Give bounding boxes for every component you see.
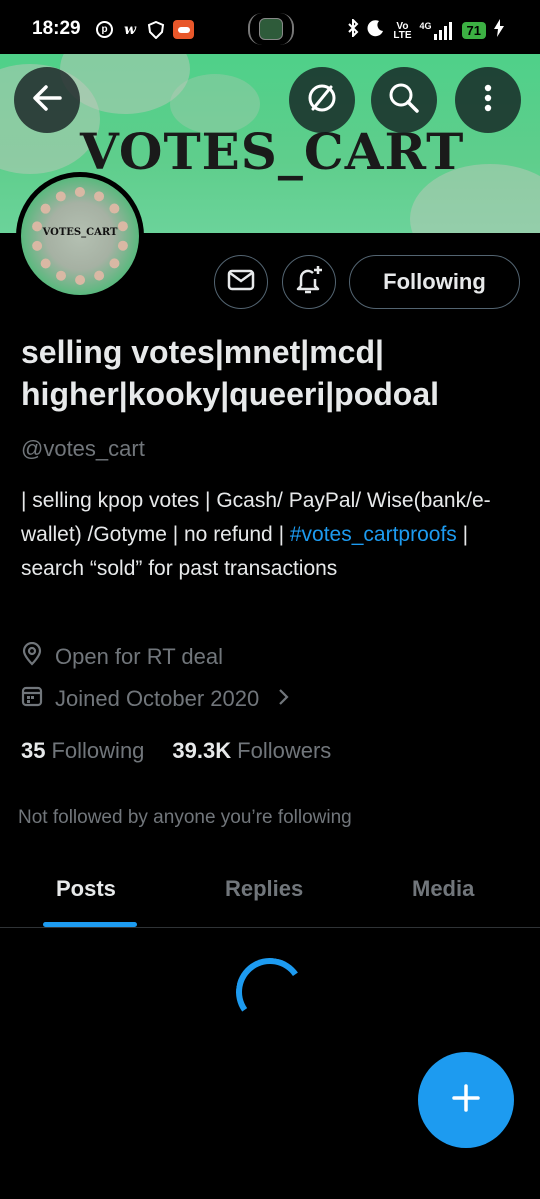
chevron-right-icon: [277, 686, 289, 712]
bio-hashtag-link[interactable]: #votes_cartproofs: [290, 523, 457, 546]
back-arrow-icon: [32, 84, 62, 116]
profile-handle: @votes_cart: [21, 436, 145, 461]
game-app-icon: [173, 20, 194, 39]
pinterest-icon: p: [96, 21, 113, 38]
search-icon: [387, 81, 421, 120]
calendar-icon: [21, 685, 43, 713]
notifications-button[interactable]: [282, 255, 336, 309]
following-count-link[interactable]: 35 Following: [21, 738, 144, 764]
bluetooth-icon: [347, 17, 359, 42]
location-row: Open for RT deal: [21, 641, 223, 672]
battery-indicator: 71: [461, 22, 486, 39]
joined-row[interactable]: Joined October 2020: [21, 685, 289, 713]
dynamic-island-icon: [248, 13, 294, 45]
shield-app-icon: [147, 20, 165, 39]
avatar[interactable]: VOTES_CART: [16, 172, 144, 300]
message-button[interactable]: [214, 255, 268, 309]
more-vertical-icon: [484, 84, 492, 117]
compose-post-button[interactable]: [418, 1052, 514, 1148]
signal-icon: 4G: [420, 21, 454, 40]
status-time: 18:29: [32, 18, 81, 39]
profile-tabs: Posts Replies Media: [0, 858, 540, 928]
search-button[interactable]: [371, 67, 437, 133]
joined-text: Joined October 2020: [55, 686, 260, 711]
volte-icon: Vo LTE: [393, 20, 412, 41]
not-followed-notice: Not followed by anyone you’re following: [18, 807, 352, 828]
plus-icon: [451, 1083, 481, 1118]
w-app-icon: w: [123, 21, 137, 38]
loading-spinner: [230, 952, 310, 1032]
tab-replies[interactable]: Replies: [225, 876, 303, 902]
avatar-label: VOTES_CART: [42, 227, 118, 238]
location-text: Open for RT deal: [55, 644, 223, 669]
followers-count-link[interactable]: 39.3K Followers: [172, 738, 331, 764]
tab-posts[interactable]: Posts: [56, 876, 116, 902]
bell-plus-icon: [293, 264, 325, 301]
block-icon: [305, 81, 339, 120]
profile-bio: | selling kpop votes | Gcash/ PayPal/ Wi…: [21, 484, 521, 586]
status-bar: 18:29 p w Vo LTE 4G 71: [0, 0, 540, 54]
active-tab-indicator: [43, 922, 137, 927]
profile-display-name: selling votes|mnet|mcd| higher|kooky|que…: [21, 334, 440, 412]
back-button[interactable]: [14, 67, 80, 133]
tab-media[interactable]: Media: [412, 876, 474, 902]
following-button[interactable]: Following: [349, 255, 520, 309]
follow-stats: 35 Following 39.3K Followers: [21, 738, 331, 764]
dnd-moon-icon: [367, 19, 385, 42]
more-button[interactable]: [455, 67, 521, 133]
charging-icon: [494, 19, 504, 42]
location-icon: [21, 641, 43, 672]
block-button[interactable]: [289, 67, 355, 133]
mail-icon: [227, 269, 255, 296]
